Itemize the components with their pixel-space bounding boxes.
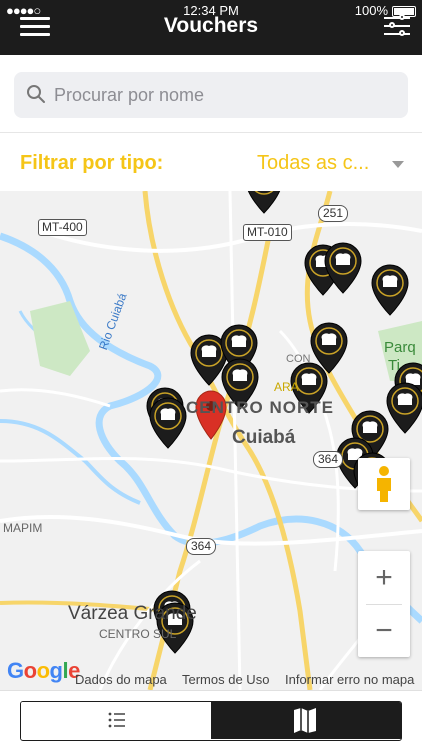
view-toggle [20, 701, 402, 741]
app-screen: ●●●●○ 12:34 PM 100% Vouchers Filtrar por… [0, 0, 422, 750]
route-label: MT-010 [243, 224, 292, 241]
search-box[interactable] [14, 72, 408, 118]
filter-label: Filtrar por tipo: [20, 152, 164, 174]
place-label: CENTRO SUL [99, 627, 177, 641]
type-filter-row[interactable]: Filtrar por tipo: Todas as c... [0, 134, 422, 191]
map-icon [294, 708, 316, 733]
route-label: MT-400 [38, 219, 87, 236]
street-view-pegman-icon[interactable] [358, 458, 410, 510]
place-label: CON [286, 353, 311, 365]
place-label: Parq [384, 339, 416, 356]
zoom-out-button[interactable]: − [358, 604, 410, 657]
route-label: 364 [313, 451, 344, 468]
list-view-tab[interactable] [21, 702, 211, 739]
map-view-tab[interactable] [211, 702, 401, 739]
voucher-marker-icon[interactable] [371, 264, 409, 316]
filter-selected-value[interactable]: Todas as c... [257, 152, 369, 175]
place-label: ARA [274, 380, 299, 394]
route-label: 251 [318, 205, 349, 222]
place-label: Cuiabá [232, 427, 296, 448]
zoom-in-button[interactable]: + [358, 551, 410, 604]
search-input[interactable] [54, 72, 394, 118]
map-footer: Dados do mapa Termos de Uso Informar err… [0, 669, 422, 690]
search-section [0, 55, 422, 133]
voucher-marker-icon[interactable] [149, 397, 187, 449]
map-view[interactable]: MT-400 MT-010 251 364 364 CENTRO NORTE C… [0, 191, 422, 690]
list-icon [108, 712, 125, 728]
map-data-link[interactable]: Dados do mapa [75, 672, 167, 687]
place-label: Várzea Grande [68, 603, 197, 624]
place-label: CENTRO NORTE [186, 398, 334, 417]
route-label: 364 [186, 538, 217, 555]
page-title: Vouchers [163, 14, 259, 37]
search-icon [27, 85, 45, 103]
place-label: Ti [388, 357, 400, 374]
place-label: MAPIM [3, 521, 43, 535]
terms-link[interactable]: Termos de Uso [182, 672, 269, 687]
settings-sliders-icon[interactable] [384, 14, 410, 38]
chevron-down-icon[interactable] [392, 161, 404, 168]
header-bar: ●●●●○ 12:34 PM 100% Vouchers [0, 0, 422, 55]
report-error-link[interactable]: Informar erro no mapa [285, 672, 414, 687]
voucher-marker-icon[interactable] [246, 191, 282, 214]
zoom-control: + − [358, 551, 410, 657]
bottom-view-switcher [0, 690, 422, 750]
voucher-marker-icon[interactable] [386, 382, 422, 434]
